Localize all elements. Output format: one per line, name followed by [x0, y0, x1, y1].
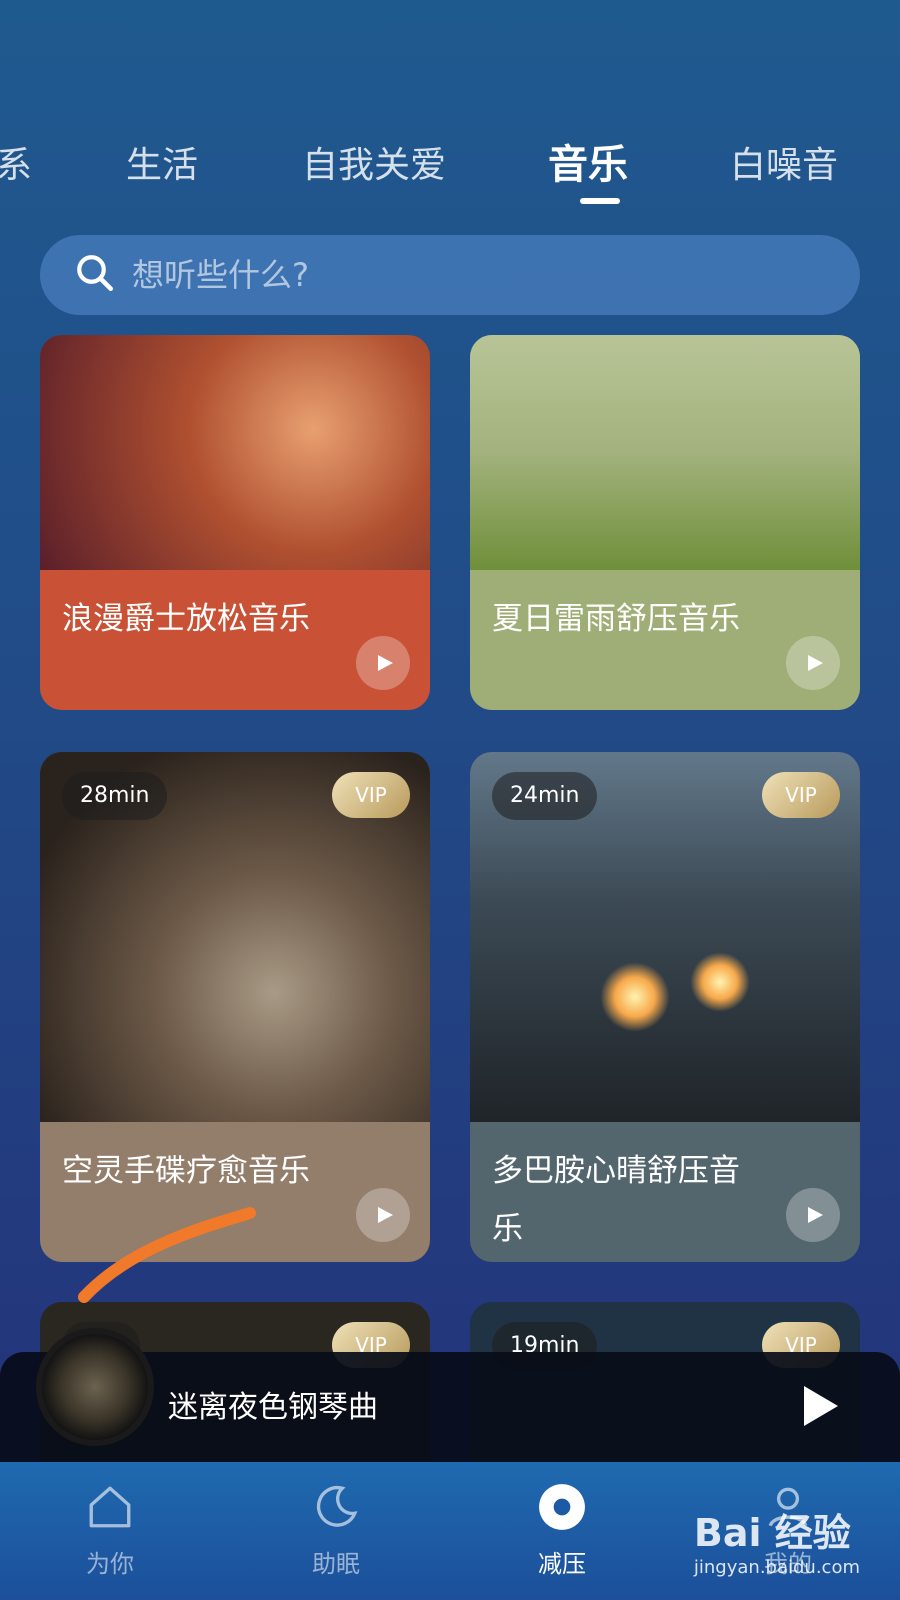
tab-music[interactable]: 音乐: [548, 132, 628, 190]
nav-item-relax[interactable]: 减压: [502, 1482, 622, 1579]
nav-item-for-you[interactable]: 为你: [50, 1482, 170, 1579]
sparkler-glow: [600, 962, 670, 1032]
album-disc: [36, 1328, 154, 1446]
baidu-watermark: Bai 经验 jingyan.baidu.com: [694, 1502, 860, 1578]
active-tab-indicator: [580, 198, 620, 204]
card-image: [40, 335, 430, 570]
card-title: 夏日雷雨舒压音乐: [492, 601, 740, 637]
play-icon: [808, 1207, 823, 1223]
category-tabs: 系 生活 自我关爱 音乐 白噪音: [0, 128, 900, 208]
nav-label: 减压: [538, 1550, 586, 1578]
music-card-jazz[interactable]: 浪漫爵士放松音乐: [40, 335, 430, 710]
play-icon[interactable]: [800, 1384, 840, 1428]
music-card-dopamine[interactable]: 24min VIP 多巴胺心晴舒压音乐: [470, 752, 860, 1262]
search-bar[interactable]: [40, 235, 860, 315]
card-title: 空灵手碟疗愈音乐: [62, 1153, 310, 1189]
bottom-nav: 为你 助眠 减压 我的 Bai 经验 jingyan.baidu.com: [0, 1462, 900, 1600]
music-card-summer-rain[interactable]: 夏日雷雨舒压音乐: [470, 335, 860, 710]
tab-white-noise[interactable]: 白噪音: [730, 136, 838, 188]
vip-badge: VIP: [762, 772, 840, 818]
play-button[interactable]: [786, 636, 840, 690]
play-button[interactable]: [356, 636, 410, 690]
tab-partial[interactable]: 系: [0, 136, 32, 188]
card-title: 多巴胺心晴舒压音乐: [492, 1153, 740, 1247]
play-icon: [808, 655, 823, 671]
card-title: 浪漫爵士放松音乐: [62, 601, 310, 637]
nav-item-sleep[interactable]: 助眠: [276, 1482, 396, 1579]
search-input[interactable]: [132, 245, 860, 305]
search-icon: [74, 252, 116, 298]
duration-badge: 28min: [62, 772, 168, 820]
tab-life[interactable]: 生活: [126, 136, 198, 188]
vip-badge: VIP: [332, 772, 410, 818]
nav-label: 为你: [86, 1550, 134, 1578]
watermark-brand: Bai 经验: [693, 1511, 851, 1555]
tab-self-care[interactable]: 自我关爱: [302, 136, 446, 188]
card-image: [470, 335, 860, 570]
sparkler-glow: [690, 952, 750, 1012]
home-icon: [89, 1486, 131, 1528]
watermark-url: jingyan.baidu.com: [693, 1557, 860, 1578]
duration-badge: 24min: [492, 772, 598, 820]
play-button[interactable]: [786, 1188, 840, 1242]
play-button[interactable]: [356, 1188, 410, 1242]
play-icon: [378, 1207, 393, 1223]
nav-label: 助眠: [312, 1550, 360, 1578]
relax-icon: [539, 1484, 585, 1530]
music-card-handpan[interactable]: 28min VIP 空灵手碟疗愈音乐: [40, 752, 430, 1262]
play-icon: [378, 655, 393, 671]
mini-player[interactable]: 迷离夜色钢琴曲: [0, 1328, 900, 1462]
player-track-title: 迷离夜色钢琴曲: [168, 1390, 378, 1425]
moon-icon: [316, 1485, 358, 1527]
